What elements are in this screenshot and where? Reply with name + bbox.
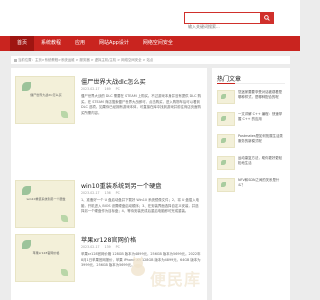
leaf-decoration-icon [22,82,31,91]
nav-item-home[interactable]: 首页 [10,36,35,51]
hot-article-title[interactable]: NFV和SDN之间的关系是什么？ [238,178,285,192]
hot-article-title[interactable]: 您迷家要要享受对话被观看是哪种样式，是哪种配合的呢 [238,90,285,104]
leaf-decoration-icon [61,111,68,118]
hot-article-item[interactable]: Postmates是如何拓展生活类服务的新模式呢 [217,134,285,152]
hot-article-thumbnail [217,134,235,148]
post-views: 169 [104,87,111,91]
post-title[interactable]: 苹果xr128官网价格 [81,235,136,244]
nav-item-web-app-design[interactable]: 网站App设计 [92,36,136,51]
hot-article-thumbnail [217,90,235,104]
home-icon [14,58,17,62]
search-input[interactable] [185,21,265,32]
hot-article-title[interactable]: Postmates是如何拓展生活类服务的新模式呢 [238,134,285,148]
sidebar-title: 热门文章 [217,76,242,83]
post-views: 136 [104,191,111,195]
post-thumbnail[interactable]: win10重装系统到另一个硬盘 [15,180,75,228]
post-date: 2023-02-17 [81,245,100,249]
post-item: 僵尸世界大战dlc怎么买 僵尸世界大战dlc怎么买 2023-02-17 169… [15,76,203,132]
post-category[interactable]: PC [116,87,120,91]
post-views: 139 [104,245,111,249]
hot-article-title[interactable]: 一文详解 C++ 编程：快速掌握 C++ 的应用 [238,112,285,126]
breadcrumb-text[interactable]: 当前位置：主页>系统教程>系统运维 > 服务器 > 虚拟主机/主机 > 网络空间… [18,58,153,62]
hot-article-item[interactable]: 一文详解 C++ 编程：快速掌握 C++ 的应用 [217,112,285,130]
post-thumbnail[interactable]: 苹果xr128官网价格 [15,234,75,282]
hot-article-title[interactable]: 运动康复方法，助你更好更轻松地生活 [238,156,285,170]
top-header [0,0,300,36]
search-icon [264,15,270,21]
hot-article-thumbnail [217,178,235,192]
divider-accent [217,83,235,84]
cat-logo-icon [131,256,145,276]
post-title[interactable]: 僵尸世界大战dlc怎么买 [81,77,146,86]
thumbnail-caption: 僵尸世界大战dlc怎么买 [30,93,62,97]
post-item: win10重装系统到另一个硬盘 win10重装系统到另一个硬盘 2023-02-… [15,180,203,236]
hot-article-thumbnail [217,112,235,126]
thumbnail-caption: win10重装系统到另一个硬盘 [26,197,66,201]
post-title[interactable]: win10重装系统到另一个硬盘 [81,181,161,190]
leaf-decoration-icon [61,215,68,222]
nav-item-system-tutorials[interactable]: 系统教程 [34,36,68,51]
leaf-decoration-icon [22,240,31,249]
search-box [184,12,274,32]
post-meta: 2023-02-17 169 PC [81,87,124,91]
main-nav: 首页 系统教程 应用 网站App设计 网络空间安全 [0,36,300,51]
post-category[interactable]: PC [116,191,120,195]
leaf-decoration-icon [61,269,68,276]
post-excerpt: 僵尸世界大战的 DLC 需要在 STEAM 上购买。不过游戏本身并没有提供 DL… [81,94,201,115]
search-button[interactable] [260,12,274,24]
hot-articles-sidebar: 热门文章 您迷家要要享受对话被观看是哪种样式，是哪种配合的呢 一文详解 C++ … [212,68,290,300]
post-date: 2023-02-17 [81,87,100,91]
hot-article-item[interactable]: 运动康复方法，助你更好更轻松地生活 [217,156,285,174]
breadcrumb: 当前位置：主页>系统教程>系统运维 > 服务器 > 虚拟主机/主机 > 网络空间… [11,56,290,64]
nav-item-cyber-security[interactable]: 网络空间安全 [136,36,180,51]
hot-article-thumbnail [217,156,235,170]
hot-article-item[interactable]: NFV和SDN之间的关系是什么？ [217,178,285,196]
post-category[interactable]: PC [116,245,120,249]
hot-article-item[interactable]: 您迷家要要享受对话被观看是哪种样式，是哪种配合的呢 [217,90,285,108]
watermark-logo-text: 便民库 [150,270,202,289]
post-thumbnail[interactable]: 僵尸世界大战dlc怎么买 [15,76,75,124]
post-date: 2023-02-17 [81,191,100,195]
nav-item-apps[interactable]: 应用 [68,36,92,51]
post-excerpt: 1、准备好一个 U 盘启动盘并下载好 Win10 系统镜像文件；2、将 U 盘插… [81,198,199,213]
thumbnail-caption: 苹果xr128官网价格 [32,251,60,255]
post-meta: 2023-02-17 136 PC [81,191,124,195]
leaf-decoration-icon [22,186,31,195]
post-meta: 2023-02-17 139 PC [81,245,124,249]
